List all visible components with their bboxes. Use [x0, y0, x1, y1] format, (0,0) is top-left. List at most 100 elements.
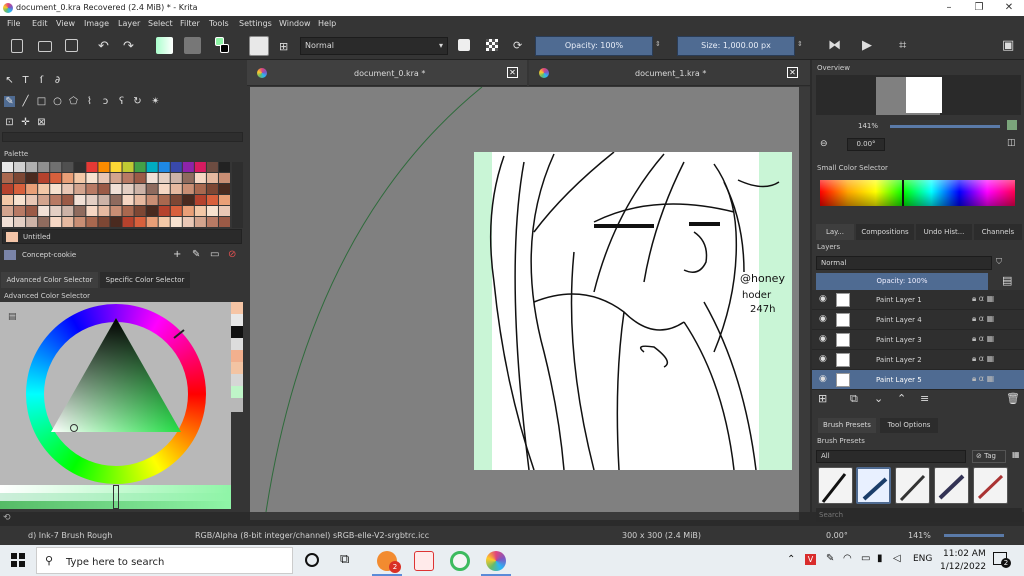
brush-preset-5[interactable]: [973, 467, 1008, 504]
palette-swatch[interactable]: [146, 184, 158, 194]
palette-swatch[interactable]: [170, 217, 182, 227]
tab-document-1[interactable]: document_1.kra * ✕: [529, 60, 810, 86]
palette-swatch[interactable]: [86, 206, 98, 216]
select-tool-icon[interactable]: ↖: [4, 75, 15, 86]
palette-swatch[interactable]: [182, 162, 194, 172]
clock-time[interactable]: 11:02 AM: [943, 549, 986, 559]
palette-swatch[interactable]: [62, 173, 74, 183]
palette-swatch[interactable]: [206, 184, 218, 194]
menu-tools[interactable]: Tools: [209, 19, 229, 28]
palette-swatch[interactable]: [206, 217, 218, 227]
palette-swatch[interactable]: [74, 206, 86, 216]
palette-swatch[interactable]: [194, 184, 206, 194]
palette-swatch[interactable]: [86, 217, 98, 227]
palette-swatch[interactable]: [110, 184, 122, 194]
palette-swatch[interactable]: [134, 184, 146, 194]
lock-icon[interactable]: 🔒︎ α ▦: [972, 334, 994, 344]
layer-row[interactable]: ◉ Paint Layer 2 🔒︎ α ▦: [812, 350, 1024, 370]
menu-help[interactable]: Help: [318, 19, 336, 28]
palette-swatch[interactable]: [62, 162, 74, 172]
palette-swatch[interactable]: [26, 195, 38, 205]
palette-swatch[interactable]: [134, 206, 146, 216]
palette-swatch[interactable]: [86, 162, 98, 172]
palette-swatch[interactable]: [74, 184, 86, 194]
palette-swatch[interactable]: [218, 173, 230, 183]
palette-swatches[interactable]: [2, 162, 231, 228]
polyline-tool-icon[interactable]: ⌇: [84, 96, 95, 107]
palette-swatch[interactable]: [182, 195, 194, 205]
palette-swatch[interactable]: [182, 217, 194, 227]
size-spin-icon[interactable]: ⇕: [797, 40, 803, 48]
palette-swatch[interactable]: [62, 195, 74, 205]
palette-swatch[interactable]: [170, 206, 182, 216]
palette-swatch[interactable]: [2, 184, 14, 194]
brush-preset-3[interactable]: [895, 467, 930, 504]
language-indicator[interactable]: ENG: [913, 554, 932, 564]
save-icon[interactable]: [65, 39, 78, 52]
palette-swatch[interactable]: [38, 206, 50, 216]
edit-swatch-icon[interactable]: ✎: [192, 249, 200, 260]
palette-swatch[interactable]: [14, 217, 26, 227]
palette-swatch[interactable]: [134, 195, 146, 205]
palette-swatch[interactable]: [2, 195, 14, 205]
palette-swatch[interactable]: [122, 195, 134, 205]
palette-swatch[interactable]: [86, 195, 98, 205]
crop-tool-icon[interactable]: ⊡: [4, 117, 15, 128]
palette-swatch[interactable]: [158, 162, 170, 172]
menu-layer[interactable]: Layer: [118, 19, 140, 28]
pattern-icon[interactable]: [184, 37, 201, 54]
lock-icon[interactable]: 🔒︎ α ▦: [972, 294, 994, 304]
rotate-icon[interactable]: ⊖: [820, 139, 828, 149]
cortana-icon[interactable]: [305, 553, 319, 567]
menu-view[interactable]: View: [56, 19, 75, 28]
palette-swatch[interactable]: [50, 184, 62, 194]
eraser-icon[interactable]: [458, 39, 470, 51]
volume-icon[interactable]: ◁: [893, 553, 901, 564]
size-slider[interactable]: Size: 1,000.00 px: [677, 36, 795, 56]
palette-swatch[interactable]: [50, 195, 62, 205]
dynamic-brush-icon[interactable]: ↻: [132, 96, 143, 107]
alpha-lock-icon[interactable]: [486, 39, 498, 51]
multibrush-icon[interactable]: ✴: [150, 96, 161, 107]
freehand-path-icon[interactable]: ʕ: [116, 96, 127, 107]
palette-swatch[interactable]: [98, 206, 110, 216]
move-up-icon[interactable]: ⌃: [897, 392, 906, 405]
redo-icon[interactable]: ↷: [123, 39, 134, 54]
palette-swatch[interactable]: [14, 173, 26, 183]
palette-swatch[interactable]: [122, 217, 134, 227]
move-down-icon[interactable]: ⌄: [874, 392, 883, 405]
eye-icon[interactable]: ◉: [819, 354, 827, 364]
color-settings-icon[interactable]: ▤: [8, 312, 17, 322]
opacity-slider[interactable]: Opacity: 100%: [535, 36, 653, 56]
battery-icon[interactable]: ▮: [877, 553, 883, 564]
palette-swatch[interactable]: [74, 173, 86, 183]
palette-swatch[interactable]: [122, 206, 134, 216]
palette-swatch[interactable]: [86, 184, 98, 194]
status-zoom-slider[interactable]: [944, 534, 1004, 537]
layer-row-selected[interactable]: ◉ Paint Layer 5 🔒︎ α ▦: [812, 370, 1024, 390]
line-tool-icon[interactable]: ╱: [20, 96, 31, 107]
task-view-icon[interactable]: ⧉: [340, 552, 349, 567]
rectangle-tool-icon[interactable]: □: [36, 96, 47, 107]
add-swatch-icon[interactable]: +: [173, 249, 181, 260]
palette-swatch[interactable]: [98, 195, 110, 205]
eye-icon[interactable]: ◉: [819, 314, 827, 324]
palette-swatch[interactable]: [134, 162, 146, 172]
shade-slider-handle[interactable]: [113, 485, 119, 509]
bezier-tool-icon[interactable]: ↄ: [100, 96, 111, 107]
palette-swatch[interactable]: [218, 217, 230, 227]
palette-swatch[interactable]: [146, 162, 158, 172]
palette-swatch[interactable]: [194, 206, 206, 216]
maximize-button[interactable]: ❐: [964, 0, 994, 16]
preset-search-input[interactable]: Search: [816, 508, 1022, 522]
windows-start-icon[interactable]: [11, 553, 25, 567]
layer-blend-select[interactable]: Normal: [816, 256, 992, 270]
palette-swatch[interactable]: [14, 184, 26, 194]
recent-colors[interactable]: [231, 302, 243, 412]
notification-center-icon[interactable]: 2: [993, 552, 1011, 568]
menu-select[interactable]: Select: [148, 19, 173, 28]
menu-edit[interactable]: Edit: [32, 19, 48, 28]
palette-swatch[interactable]: [98, 184, 110, 194]
palette-swatch[interactable]: [86, 173, 98, 183]
eye-icon[interactable]: ◉: [819, 334, 827, 344]
